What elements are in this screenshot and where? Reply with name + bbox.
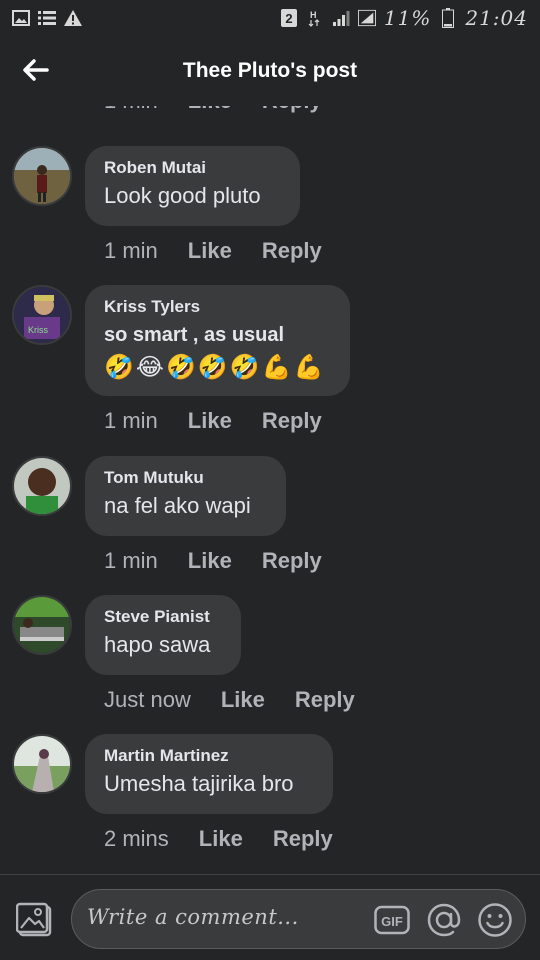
- like-button[interactable]: Like: [221, 687, 265, 713]
- comment-text: hapo sawa: [104, 632, 211, 657]
- commenter-name[interactable]: Kriss Tylers: [104, 297, 330, 317]
- like-button[interactable]: Like: [188, 548, 232, 574]
- gif-button[interactable]: GIF: [374, 902, 410, 938]
- comment-bubble[interactable]: Steve Pianist hapo sawa: [85, 595, 241, 675]
- avatar[interactable]: [12, 595, 72, 655]
- like-button[interactable]: Like: [188, 106, 232, 114]
- like-button[interactable]: Like: [188, 408, 232, 434]
- emoji-row: 🤣 😂 🤣 🤣 🤣 💪 💪: [104, 353, 330, 383]
- rofl-emoji: 🤣: [229, 354, 260, 381]
- comment-bubble[interactable]: Martin Martinez Umesha tajirika bro: [85, 734, 333, 814]
- flexed-biceps-emoji: 💪: [293, 354, 324, 381]
- h-plus-icon: H: [306, 9, 324, 27]
- comment-time: 1 min: [104, 548, 158, 573]
- back-button[interactable]: [20, 54, 52, 86]
- comment-input-placeholder: Write a comment...: [87, 905, 299, 929]
- comment-meta: 1 min Like Reply: [104, 408, 322, 434]
- sim-2-icon: 2: [280, 9, 298, 27]
- comment-time: 1 min: [104, 106, 158, 114]
- rofl-emoji: 🤣: [104, 354, 134, 381]
- comment-bubble[interactable]: Roben Mutai Look good pluto: [85, 146, 300, 226]
- avatar[interactable]: [12, 734, 72, 794]
- signal-icon: [332, 9, 350, 27]
- comment-text: na fel ako wapi: [104, 493, 251, 518]
- comment-text: Umesha tajirika bro: [104, 771, 294, 796]
- comment-composer: Write a comment... GIF: [0, 874, 540, 960]
- gif-icon: GIF: [374, 905, 410, 935]
- like-button[interactable]: Like: [188, 238, 232, 264]
- list-icon: [38, 9, 56, 27]
- comment-text: so smart , as usual: [104, 324, 285, 346]
- comment-time: 2 mins: [104, 826, 169, 851]
- warning-icon: [64, 9, 82, 27]
- svg-text:H: H: [310, 10, 317, 20]
- commenter-name[interactable]: Steve Pianist: [104, 607, 221, 627]
- comment-bubble[interactable]: Kriss Tylers so smart , as usual 🤣 😂 🤣 🤣…: [85, 285, 350, 396]
- emoji-button[interactable]: [477, 902, 513, 938]
- comment-time: 1 min: [104, 408, 158, 433]
- comment-meta: 1 min Like Reply: [104, 548, 322, 574]
- battery-icon: [439, 8, 457, 28]
- status-bar: 2 H 11% 21:04: [0, 0, 540, 36]
- like-button[interactable]: Like: [199, 826, 243, 852]
- signal-box-icon: [357, 9, 376, 27]
- rofl-emoji: 🤣: [197, 354, 228, 381]
- avatar[interactable]: [12, 456, 72, 516]
- battery-percent: 11%: [383, 6, 432, 30]
- comment-input[interactable]: Write a comment... GIF: [71, 889, 526, 949]
- image-icon: [12, 9, 30, 27]
- comment-time: Just now: [104, 687, 191, 712]
- flexed-biceps-emoji: 💪: [261, 354, 292, 381]
- photo-button[interactable]: [15, 901, 54, 939]
- comment-meta: 1 min Like Reply: [104, 238, 322, 264]
- mention-button[interactable]: [426, 902, 462, 938]
- comment-bubble[interactable]: Tom Mutuku na fel ako wapi: [85, 456, 286, 536]
- reply-button[interactable]: Reply: [295, 687, 355, 713]
- comment-text: Look good pluto: [104, 183, 261, 208]
- photo-icon: [15, 902, 52, 937]
- reply-button[interactable]: Reply: [262, 238, 322, 264]
- page-title: Thee Pluto's post: [182, 59, 358, 82]
- svg-text:2: 2: [285, 11, 292, 26]
- commenter-name[interactable]: Roben Mutai: [104, 158, 280, 178]
- partial-comment-meta: 1 min Like Reply: [104, 106, 322, 114]
- comment-meta: Just now Like Reply: [104, 687, 355, 713]
- avatar[interactable]: Kriss: [12, 285, 72, 345]
- commenter-name[interactable]: Martin Martinez: [104, 746, 313, 766]
- comment-meta: 2 mins Like Reply: [104, 826, 333, 852]
- rofl-emoji: 🤣: [165, 354, 196, 381]
- svg-text:Kriss: Kriss: [28, 325, 48, 335]
- back-arrow-icon: [23, 59, 49, 81]
- joy-emoji: 😂: [135, 354, 164, 381]
- reply-button[interactable]: Reply: [262, 408, 322, 434]
- comment-list: 1 min Like Reply Roben Mutai Look good p…: [0, 106, 540, 874]
- reply-button[interactable]: Reply: [262, 106, 322, 114]
- clock: 21:04: [465, 6, 528, 30]
- avatar[interactable]: [12, 146, 72, 206]
- emoji-icon: [478, 903, 512, 937]
- comment-time: 1 min: [104, 238, 158, 263]
- reply-button[interactable]: Reply: [262, 548, 322, 574]
- post-header: Thee Pluto's post: [0, 36, 540, 106]
- reply-button[interactable]: Reply: [273, 826, 333, 852]
- commenter-name[interactable]: Tom Mutuku: [104, 468, 266, 488]
- gif-label: GIF: [381, 914, 403, 929]
- at-icon: [427, 903, 461, 937]
